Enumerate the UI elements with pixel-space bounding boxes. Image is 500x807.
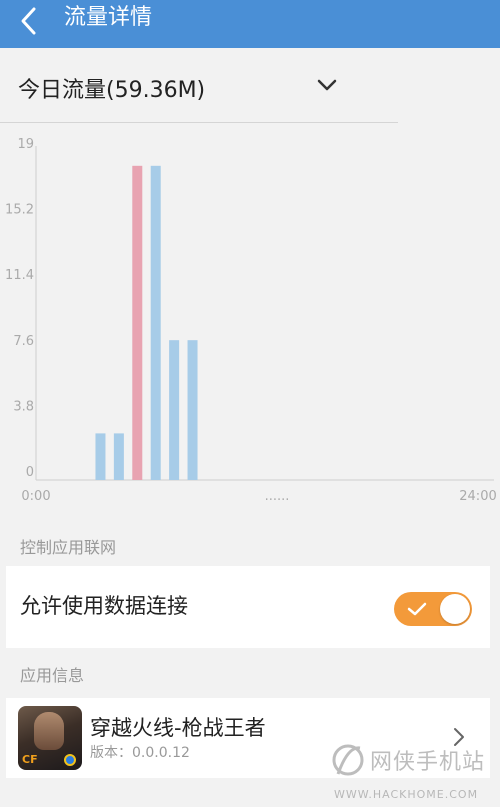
chart-bar — [132, 165, 143, 480]
x-tick-label: ...... — [265, 489, 290, 504]
app-name: 穿越火线-枪战王者 — [90, 716, 266, 740]
y-tick-label: 3.8 — [13, 399, 34, 414]
app-info-section-title: 应用信息 — [20, 666, 85, 685]
traffic-bar-chart: 0 3.8 7.6 11.4 15.2 19 0:00...... 24:00 — [5, 137, 497, 504]
toggle-knob — [440, 594, 470, 624]
app-icon-figure — [34, 712, 64, 750]
app-version: 版本：0.0.0.12 — [90, 745, 190, 761]
dropdown-divider — [0, 122, 398, 123]
page-title: 流量详情 — [64, 5, 153, 30]
watermark-url: WWW.HACKHOME.COM — [334, 788, 479, 801]
chart-bar — [95, 433, 106, 480]
watermark-text: 网侠手机站 — [370, 750, 486, 775]
y-tick-label: 15.2 — [5, 203, 34, 218]
y-tick-label: 7.6 — [13, 334, 34, 349]
app-icon-publisher-logo — [64, 754, 76, 766]
app-header: 流量详情 — [0, 0, 500, 48]
chart-bar — [169, 340, 180, 480]
watermark: 网侠手机站 WWW.HACKHOME.COM — [330, 740, 500, 807]
x-tick-label: 24:00 — [459, 489, 496, 504]
chart-bar — [187, 340, 198, 480]
y-tick-label: 19 — [17, 137, 34, 152]
y-tick-label: 11.4 — [5, 268, 34, 283]
y-tick-label: 0 — [26, 465, 34, 480]
chevron-left-icon — [21, 7, 36, 35]
back-button[interactable] — [14, 6, 44, 36]
dropdown-label: 今日流量(59.36M) — [18, 78, 206, 103]
data-connection-label: 允许使用数据连接 — [20, 594, 188, 618]
app-icon: CF — [18, 706, 82, 770]
network-section-title: 控制应用联网 — [20, 538, 117, 557]
app-icon-badge: CF — [22, 753, 38, 766]
chart-bar — [113, 433, 124, 480]
data-connection-card: 允许使用数据连接 — [6, 566, 490, 648]
data-connection-toggle[interactable] — [394, 592, 472, 626]
watermark-logo-icon — [332, 744, 364, 776]
x-tick-label: 0:00 — [21, 489, 50, 504]
check-icon — [407, 602, 427, 616]
chevron-down-icon — [317, 79, 337, 91]
chart-bar — [150, 165, 161, 480]
traffic-period-dropdown[interactable]: 今日流量(59.36M) — [0, 60, 400, 122]
